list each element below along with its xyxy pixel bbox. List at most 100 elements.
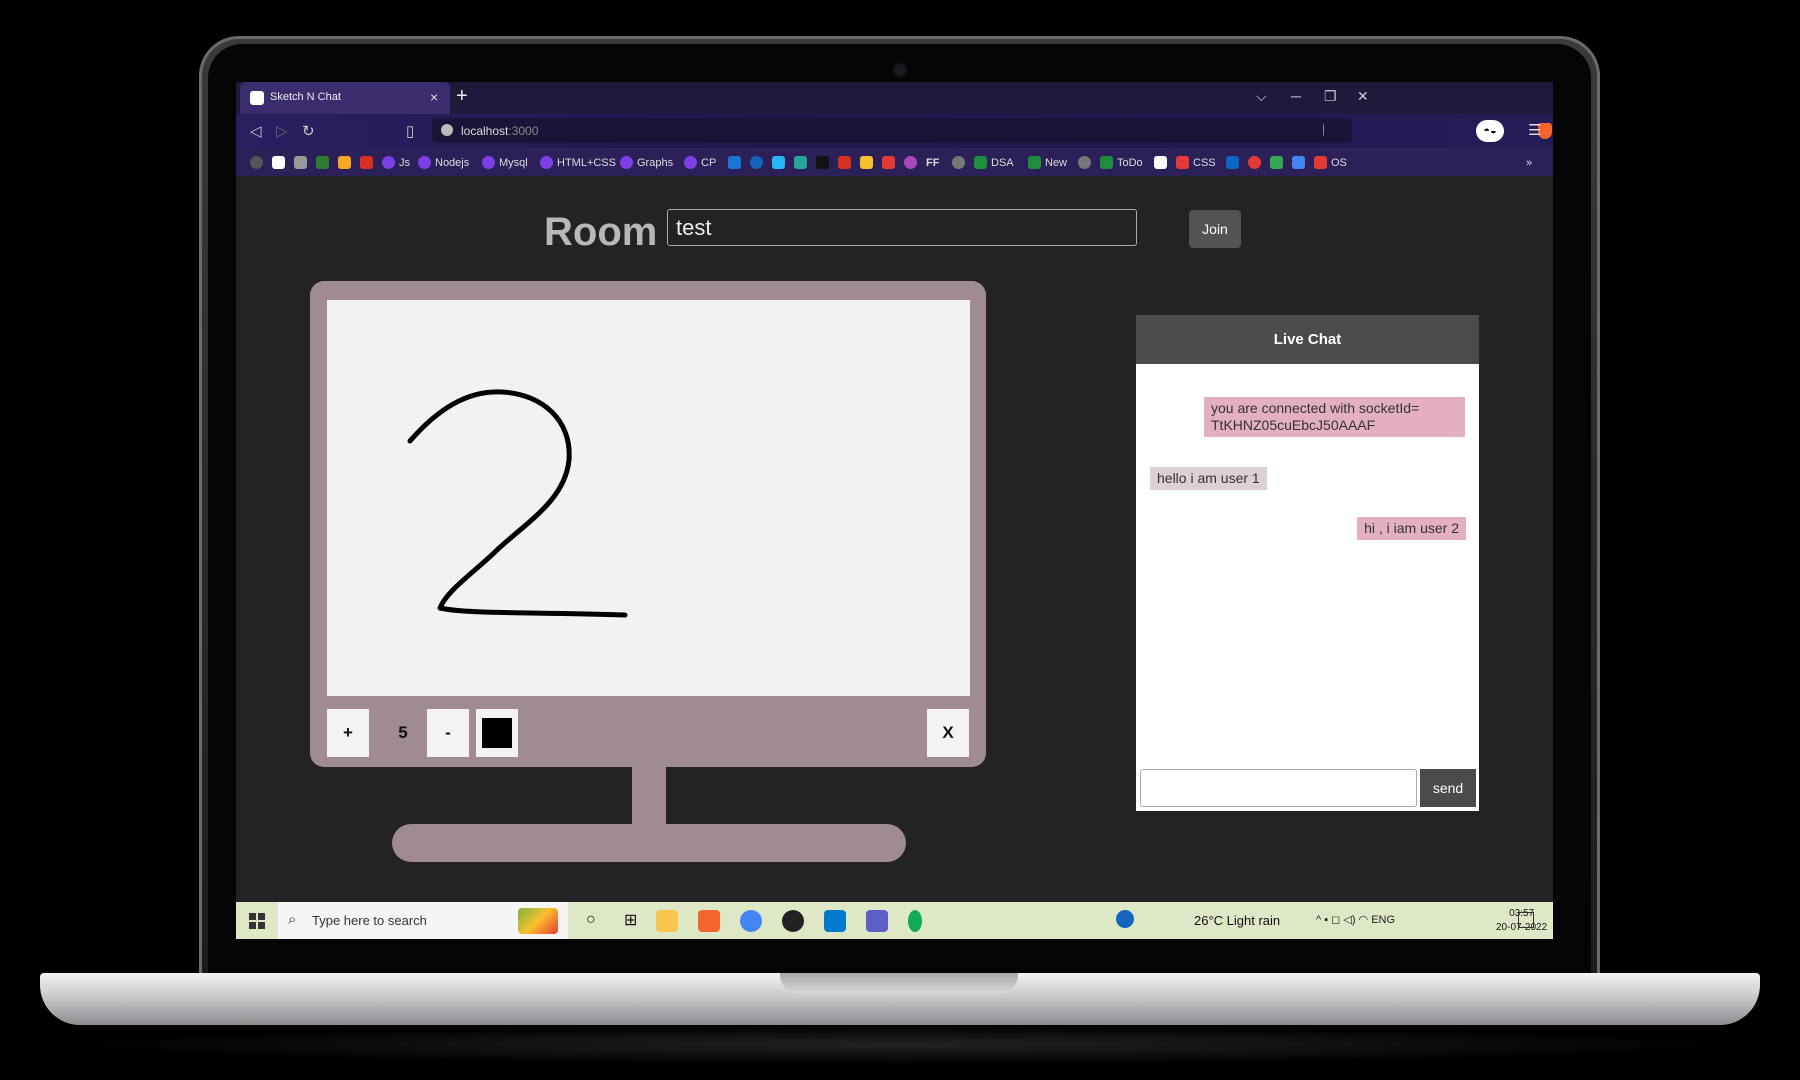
bookmark-js[interactable]: Js [382,155,410,170]
send-button[interactable]: send [1420,769,1476,807]
browser-toolbar: ◁ ▷ ↻ ▯ localhost:3000 | ◓◒ ☰ [236,114,1553,148]
new-tab-button[interactable]: + [456,85,468,108]
bookmark-favicon-icon[interactable] [294,155,307,170]
webcam [894,64,906,76]
bookmark-todo[interactable]: ToDo [1100,155,1143,170]
bookmark-nodejs[interactable]: Nodejs [418,155,469,170]
language-indicator: ENG [1371,914,1396,926]
url-text: localhost:3000 [461,124,539,138]
brush-size-value: 5 [398,723,408,742]
vscode-icon[interactable] [824,910,846,932]
brave-browser-icon[interactable] [698,910,720,932]
tab-close-icon[interactable]: × [430,89,438,105]
bookmark-new[interactable]: New [1028,155,1067,170]
bookmark-favicon-icon[interactable] [1248,155,1261,170]
room-label: Room [544,210,658,254]
youtube-bookmark-icon[interactable] [882,155,895,170]
windows-taskbar: ⌕ Type here to search ○ ⊞ 26°C Light rai… [236,902,1553,939]
taskbar-search[interactable]: ⌕ Type here to search [278,902,568,939]
bookmark-ff[interactable]: FF [926,155,939,170]
bookmark-favicon-icon[interactable] [250,155,263,170]
system-tray[interactable]: ^ ▪ ◻ ◁) ◠ ENG [1316,913,1395,926]
bookmarks-more-icon[interactable]: » [1526,155,1532,170]
minimize-icon[interactable]: ─ [1291,88,1301,104]
bookmark-favicon-icon[interactable] [338,155,351,170]
laptop-screen: Sketch N Chat × + ⌵ ─ ❐ ✕ ◁ ▷ ↻ ▯ localh… [236,82,1553,939]
increase-brush-button[interactable]: + [327,709,369,757]
clear-canvas-button[interactable]: X [927,709,969,757]
extension-glasses-icon[interactable]: ◓◒ [1476,120,1504,142]
bookmark-favicon-icon[interactable] [794,155,807,170]
address-bar[interactable]: localhost:3000 | [432,118,1552,143]
laptop-shadow [60,1025,1740,1065]
bookmark-favicon-icon[interactable] [772,155,785,170]
live-chat-panel: Live Chat you are connected with socketI… [1136,315,1479,811]
bookmark-css[interactable]: CSS [1176,155,1216,170]
sketch-monitor: + 5 - X [310,281,986,767]
decrease-brush-button[interactable]: - [427,709,469,757]
bookmark-favicon-icon[interactable] [860,155,873,170]
terminal-bookmark-icon[interactable] [816,155,829,170]
drawing-canvas[interactable] [327,300,970,696]
back-icon[interactable]: ◁ [250,122,262,140]
drawn-stroke [407,389,628,618]
bookmark-os[interactable]: OS [1314,155,1347,170]
tab-search-icon[interactable]: ⌵ [1256,88,1267,105]
tab-title: Sketch N Chat [270,91,341,103]
search-highlight-icon[interactable] [518,908,558,934]
reload-icon[interactable]: ↻ [302,122,315,140]
chat-message-own: you are connected with socketId= TtKHNZ0… [1204,397,1465,437]
forward-icon[interactable]: ▷ [276,122,288,140]
tab-favicon-icon [250,91,264,105]
join-button[interactable]: Join [1189,210,1241,248]
chat-message-other: hello i am user 1 [1150,467,1267,490]
linkedin-bookmark-icon[interactable] [1226,155,1239,170]
docs-bookmark-icon[interactable] [1292,155,1305,170]
bookmark-cp[interactable]: CP [684,155,716,170]
bookmark-html-css[interactable]: HTML+CSS [540,155,616,170]
browser-tab[interactable]: Sketch N Chat × [240,82,450,114]
close-window-icon[interactable]: ✕ [1357,88,1369,105]
bookmark-dsa[interactable]: DSA [974,155,1014,170]
bookmark-favicon-icon[interactable] [904,155,917,170]
help-icon[interactable] [1116,910,1134,928]
color-picker[interactable] [476,709,518,757]
gmail-bookmark-icon[interactable] [360,155,373,170]
restore-icon[interactable]: ❐ [1324,88,1337,105]
gmail-bookmark-icon[interactable] [838,155,851,170]
windows-start-icon[interactable] [249,913,265,929]
obs-icon[interactable] [782,910,804,932]
drawing-stroke-layer [407,389,628,618]
file-explorer-icon[interactable] [656,910,678,932]
chrome-icon[interactable] [740,910,762,932]
notification-icon[interactable] [1518,912,1534,928]
browser-menu-icon[interactable]: ☰ [1528,121,1541,139]
task-view-icon[interactable]: ⊞ [624,910,637,930]
search-icon: ⌕ [288,911,297,928]
mongodb-icon[interactable] [908,910,922,932]
bookmark-favicon-icon[interactable] [316,155,329,170]
bookmark-favicon-icon[interactable] [750,155,763,170]
chat-message-input[interactable] [1140,769,1417,807]
drive-bookmark-icon[interactable] [1270,155,1283,170]
bookmark-favicon-icon[interactable] [1154,155,1167,170]
monitor-stand-neck [632,767,666,825]
bookmark-icon[interactable]: ▯ [406,122,414,140]
teams-icon[interactable] [866,910,888,932]
web-page: Room test Join + 5 - X Live Chat you are… [236,176,1553,902]
bookmark-favicon-icon[interactable] [272,155,285,170]
bookmark-graphs[interactable]: Graphs [620,155,673,170]
bookmark-favicon-icon[interactable] [952,155,965,170]
weather-widget[interactable]: 26°C Light rain [1194,913,1280,928]
site-info-icon[interactable] [441,124,453,136]
chat-message-own: hi , i iam user 2 [1357,517,1466,540]
room-input[interactable]: test [667,209,1137,246]
cortana-icon[interactable]: ○ [586,911,596,929]
taskbar-search-placeholder: Type here to search [312,913,427,928]
bookmark-favicon-icon[interactable] [728,155,741,170]
color-swatch [482,718,512,748]
bookmark-favicon-icon[interactable] [1078,155,1091,170]
bookmark-mysql[interactable]: Mysql [482,155,528,170]
url-divider: | [1322,122,1326,136]
bookmarks-bar: Js Nodejs Mysql HTML+CSS Graphs CP FF DS… [236,148,1553,176]
